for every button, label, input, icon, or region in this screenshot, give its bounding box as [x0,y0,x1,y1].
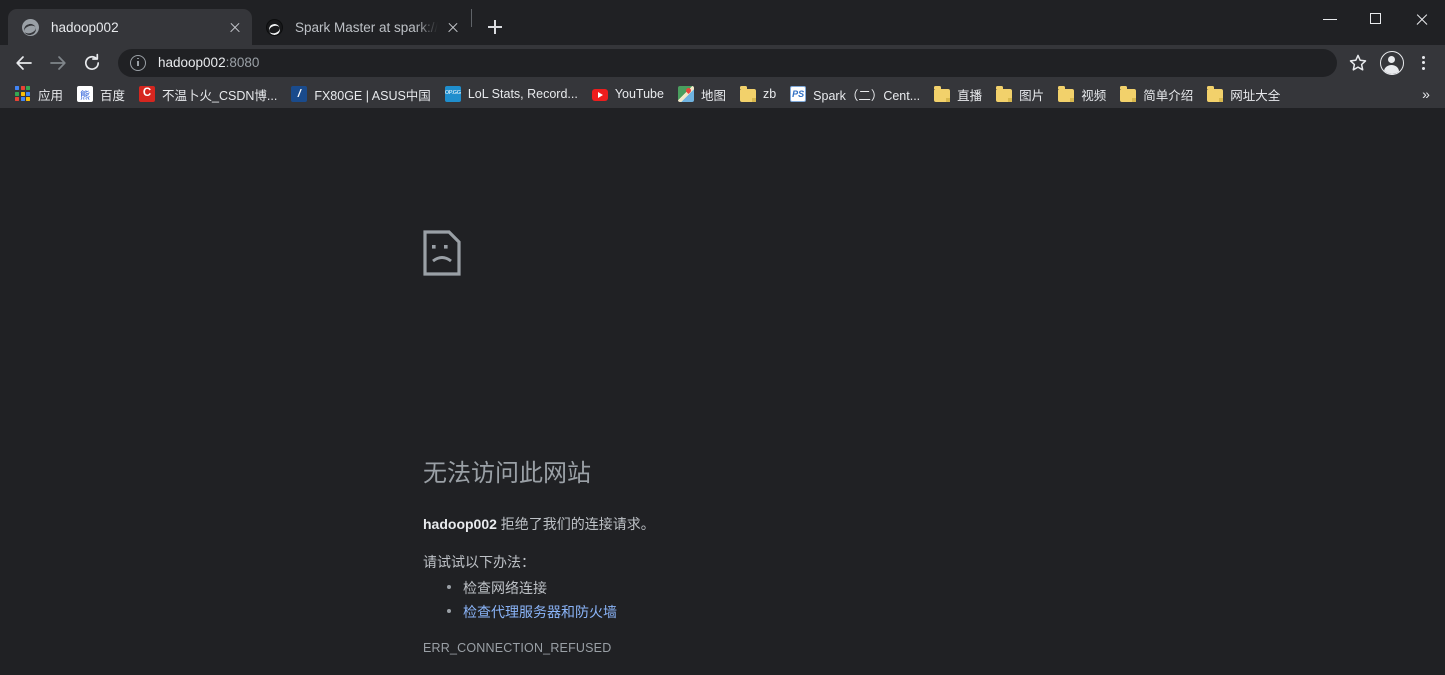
bookmark-label: 视频 [1081,88,1107,103]
proxy-firewall-link[interactable]: 检查代理服务器和防火墙 [463,604,617,620]
star-icon[interactable] [1343,48,1373,78]
bookmark-label: zb [762,87,777,101]
list-item: 检查网络连接 [447,576,617,600]
bookmark-label: Spark（二）Cent... [813,88,921,103]
url-host: hadoop002 [158,55,226,70]
folder-icon [1120,86,1137,102]
back-button[interactable] [8,47,40,79]
bookmark-apps[interactable]: 应用 [8,83,70,105]
bookmark-youtube[interactable]: YouTube [585,83,671,105]
page-content: 无法访问此网站 hadoop002 拒绝了我们的连接请求。 请试试以下办法： 检… [0,108,1445,675]
address-bar[interactable]: hadoop002:8080 [118,48,1337,77]
list-item: 检查代理服务器和防火墙 [447,600,617,624]
url-port: :8080 [225,55,260,70]
globe-gray-icon [22,18,39,36]
sad-page-icon [423,230,461,276]
asus-icon: / [291,86,308,102]
suggestion-text: 检查网络连接 [463,580,547,596]
bookmark-label: 简单介绍 [1143,88,1194,103]
bookmark-label: 图片 [1019,88,1045,103]
bookmark-folder-zb[interactable]: zb [733,83,783,105]
bookmark-label: 网址大全 [1230,88,1281,103]
forward-button[interactable] [42,47,74,79]
info-circle-icon[interactable] [130,54,146,71]
close-window-button[interactable] [1399,0,1445,38]
bookmark-label: YouTube [614,87,664,101]
tab-strip: hadoop002 Spark Master at spark://hadoo [0,0,1445,45]
bookmark-folder-sites[interactable]: 网址大全 [1200,83,1287,105]
folder-icon [934,86,951,102]
youtube-icon [591,89,608,101]
browser-window: hadoop002 Spark Master at spark://hadoop… [0,0,1445,675]
browser-toolbar: hadoop002:8080 [0,45,1445,80]
close-icon[interactable] [442,16,464,38]
bookmark-folder-video[interactable]: 视频 [1051,83,1113,105]
suggestion-intro: 请试试以下办法： [423,554,535,570]
window-controls [1307,0,1445,38]
folder-icon [1058,86,1075,102]
account-avatar-icon[interactable] [1377,48,1407,78]
ps-icon: PS [790,86,807,102]
reload-icon [84,53,100,70]
opgg-icon: OP.GG [444,86,461,102]
bookmarks-overflow-button[interactable]: » [1415,83,1437,105]
error-reason-text: 拒绝了我们的连接请求。 [496,516,655,532]
tabs-area: hadoop002 Spark Master at spark://hadoo [0,0,509,45]
tab-separator [471,9,472,27]
tab-title: Spark Master at spark://hadoo [295,19,438,35]
google-maps-icon [677,86,694,102]
baidu-icon: 熊 [77,86,94,102]
new-tab-button[interactable] [481,13,509,41]
apps-grid-icon [15,86,31,102]
bookmark-label: 应用 [38,88,64,103]
reload-button[interactable] [76,47,108,79]
forward-arrow-icon [50,55,66,70]
error-code: ERR_CONNECTION_REFUSED [423,641,612,655]
bookmark-label: FX80GE | ASUS中国 [314,88,431,103]
bookmark-label: 不温卜火_CSDN博... [162,88,278,103]
bookmark-baidu[interactable]: 熊 百度 [70,83,132,105]
folder-icon [996,86,1013,102]
back-arrow-icon [16,55,32,70]
page-title: 无法访问此网站 [423,460,591,487]
close-icon[interactable] [224,16,246,38]
browser-tab-active[interactable]: hadoop002 [8,9,252,45]
bookmarks-bar: 应用 熊 百度 C 不温卜火_CSDN博... / FX80GE | ASUS中… [0,80,1445,108]
browser-tab-inactive[interactable]: Spark Master at spark://hadoo [252,9,470,45]
bookmark-maps[interactable]: 地图 [671,83,733,105]
error-page: 无法访问此网站 hadoop002 拒绝了我们的连接请求。 请试试以下办法： 检… [423,230,1023,655]
maximize-button[interactable] [1353,0,1399,38]
bookmark-asus[interactable]: / FX80GE | ASUS中国 [284,83,437,105]
suggestion-list: 检查网络连接 检查代理服务器和防火墙 [423,576,617,624]
folder-icon [1207,86,1224,102]
error-reason-host: hadoop002 [423,516,497,532]
three-dot-menu-icon[interactable] [1409,48,1437,78]
bookmark-opgg[interactable]: OP.GG LoL Stats, Record... [438,83,585,105]
csdn-icon: C [139,86,156,102]
url-text: hadoop002:8080 [158,55,259,70]
bookmark-spark[interactable]: PS Spark（二）Cent... [783,83,927,105]
globe-dark-icon [266,18,283,36]
bookmark-folder-intro[interactable]: 简单介绍 [1113,83,1200,105]
bookmark-label: 直播 [957,88,983,103]
bookmark-label: 地图 [700,88,726,103]
tab-title: hadoop002 [51,19,119,35]
folder-icon [739,86,756,102]
error-reason: hadoop002 拒绝了我们的连接请求。 [423,514,655,536]
bookmark-label: 百度 [100,88,126,103]
bookmark-folder-live[interactable]: 直播 [927,83,989,105]
minimize-button[interactable] [1307,0,1353,38]
bookmark-csdn[interactable]: C 不温卜火_CSDN博... [132,83,284,105]
bookmark-label: LoL Stats, Record... [467,87,578,101]
bookmark-folder-images[interactable]: 图片 [989,83,1051,105]
